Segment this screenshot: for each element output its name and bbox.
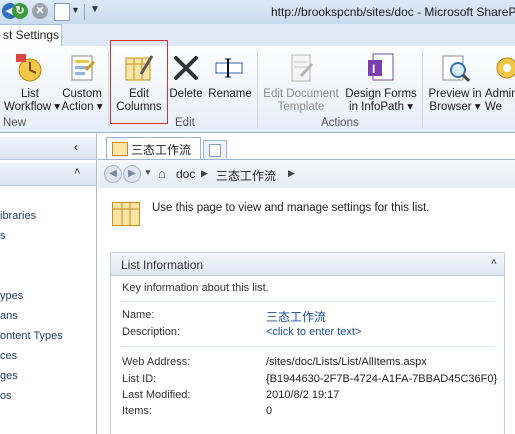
nav-item[interactable]: ces (0, 350, 17, 362)
edit-document-template-label: Edit Document Template (263, 88, 339, 113)
preview-in-browser-label: Preview in Browser ▾ (428, 88, 482, 113)
group-separator (108, 50, 109, 128)
document-template-icon (285, 52, 317, 84)
edit-columns-label: Edit Columns (116, 88, 162, 113)
section-subtitle: Key information about this list. (122, 282, 269, 294)
tab-list-settings[interactable]: st Settings (0, 24, 62, 46)
divider (120, 301, 495, 302)
rename-icon (214, 52, 246, 84)
nav-item[interactable]: ges (0, 370, 18, 382)
edit-document-template-button[interactable]: Edit Document Template (260, 52, 342, 114)
group-label-edit: Edit (175, 117, 195, 129)
web-address-value: /sites/doc/Lists/List/AllItems.aspx (266, 356, 427, 368)
nav-item[interactable]: os (0, 390, 12, 402)
separator (84, 4, 85, 20)
administration-web-page-button[interactable]: Admin We (485, 52, 515, 114)
group-separator (422, 50, 423, 128)
rename-label: Rename (208, 88, 252, 100)
web-address-label: Web Address: (122, 356, 191, 368)
edit-columns-icon (123, 52, 155, 84)
preview-in-browser-button[interactable]: Preview in Browser ▾ (425, 52, 485, 114)
items-label: Items: (122, 405, 152, 417)
ribbon: List Workflow ▾ Custom Action ▾ New Edit… (0, 40, 515, 133)
custom-action-label: Custom Action ▾ (61, 88, 103, 113)
window-title: http://brookspcnb/sites/doc - Microsoft … (271, 5, 515, 19)
group-separator (257, 50, 258, 128)
new-tab-button[interactable] (203, 140, 227, 159)
stop-icon[interactable]: ✕ (32, 3, 48, 19)
rename-button[interactable]: Rename (207, 52, 253, 101)
list-id-label: List ID: (122, 373, 157, 385)
name-value[interactable]: 三态工作流 (266, 308, 326, 325)
description-value[interactable]: <click to enter text> (266, 326, 361, 338)
breadcrumb-bar: ◀ ▶ ▼ ⌂ doc ▶ 三态工作流 ▶ (98, 159, 515, 189)
list-settings-icon (112, 202, 140, 226)
design-forms-label: Design Forms in InfoPath ▾ (345, 88, 417, 113)
list-workflow-button[interactable]: List Workflow ▾ (4, 52, 61, 114)
customize-menu-icon[interactable]: ▼ (90, 4, 100, 15)
home-icon: ⌂ (158, 166, 166, 181)
intro-text: Use this page to view and manage setting… (152, 202, 430, 214)
chevron-down-icon[interactable]: ▼ (71, 5, 80, 15)
page-edit-icon[interactable] (54, 3, 70, 21)
list-id-value: {B1944630-2F7B-4724-A1FA-7BBAD45C36F0} (266, 373, 498, 385)
tab-list-page[interactable]: 三态工作流 (106, 137, 201, 159)
delete-label: Delete (169, 88, 203, 100)
breadcrumb-current[interactable]: 三态工作流 (216, 167, 276, 184)
section-header: List Information ˄ (110, 252, 505, 276)
custom-action-icon (66, 52, 98, 84)
group-label-new: New (3, 117, 27, 129)
design-forms-button[interactable]: I Design Forms in InfoPath ▾ (343, 52, 419, 114)
infopath-icon: I (365, 52, 397, 84)
name-label: Name: (122, 309, 155, 321)
group-label-actions: Actions (321, 117, 359, 129)
nav-item[interactable]: s (0, 230, 6, 242)
tab-label: 三态工作流 (131, 143, 192, 157)
list-icon (112, 142, 128, 156)
title-bar: ◀ ↻ ✕ ▼ ▼ http://brookspcnb/sites/doc - … (0, 0, 515, 25)
collapse-up-icon[interactable]: ˄ (491, 257, 497, 268)
breadcrumb-root[interactable]: doc (176, 167, 195, 181)
nav-header-top: ‹ (0, 137, 96, 160)
custom-action-button[interactable]: Custom Action ▾ (58, 52, 106, 114)
admin-label: Admin We (485, 88, 515, 113)
section-body (110, 276, 505, 434)
collapse-up-icon[interactable]: ˄ (74, 166, 80, 178)
nav-item[interactable]: ypes (0, 290, 23, 302)
collapse-left-icon[interactable]: ‹ (74, 140, 78, 154)
svg-text:I: I (372, 62, 375, 76)
delete-button[interactable]: Delete (168, 52, 204, 101)
delete-icon (170, 52, 202, 84)
last-modified-label: Last Modified: (122, 389, 191, 401)
last-modified-value: 2010/8/2 19:17 (266, 389, 340, 401)
items-value: 0 (266, 405, 273, 417)
workflow-icon (14, 52, 46, 84)
nav-forward-button[interactable]: ▶ (123, 165, 141, 183)
admin-icon (491, 52, 515, 84)
preview-icon (439, 52, 471, 84)
refresh-icon[interactable]: ↻ (12, 3, 28, 19)
nav-header-section: ˄ (0, 163, 96, 186)
nav-item[interactable]: ontent Types (0, 330, 63, 342)
nav-back-button[interactable]: ◀ (104, 165, 122, 183)
left-navigation: ‹ ˄ ibraries s ypes ans ontent Types ces… (0, 133, 97, 434)
history-dropdown-icon[interactable]: ▼ (144, 168, 152, 177)
ribbon-tab-row: st Settings (0, 24, 515, 46)
new-page-icon (209, 144, 221, 157)
nav-item[interactable]: ibraries (0, 210, 36, 222)
list-workflow-label: List Workflow ▾ (4, 88, 61, 113)
divider (120, 346, 495, 347)
edit-columns-button[interactable]: Edit Columns (112, 52, 166, 114)
breadcrumb-separator-icon: ▶ (201, 168, 208, 178)
nav-item[interactable]: ans (0, 310, 18, 322)
breadcrumb-separator-icon: ▶ (288, 168, 295, 178)
section-title: List Information (121, 258, 204, 272)
description-label: Description: (122, 326, 181, 338)
